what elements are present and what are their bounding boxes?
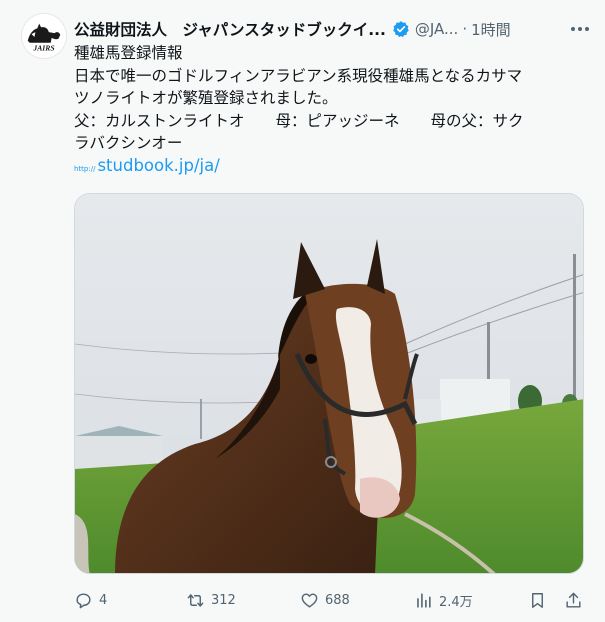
post-text-line: 父：カルストンライトオ 母：ピアッジーネ 母の父：サク: [74, 111, 524, 130]
avatar-logo-text: JAIRS: [32, 43, 54, 52]
post-text-line: 種雄馬登録情報: [74, 44, 183, 62]
jairs-logo-icon: JAIRS: [22, 14, 66, 58]
post-text-line: 日本で唯一のゴドルフィンアラビアン系現役種雄馬となるカサマ: [74, 66, 523, 85]
like-button[interactable]: 688: [300, 588, 350, 612]
post-timestamp[interactable]: 1時間: [471, 19, 511, 40]
bookmark-icon: [532, 592, 543, 608]
post-link[interactable]: http:// studbook.jp/ja/: [74, 156, 220, 180]
display-name[interactable]: 公益財団法人 ジャパンスタッドブックイ...: [74, 18, 386, 40]
post-media-photo[interactable]: [74, 193, 584, 574]
account-handle[interactable]: @JA...: [415, 20, 458, 38]
link-text: studbook.jp/ja/: [97, 156, 220, 175]
like-count: 688: [325, 592, 350, 608]
post-text-line: ラバクシンオー: [74, 134, 183, 152]
heart-icon: [301, 592, 318, 608]
reply-count: 4: [99, 592, 108, 608]
post-text: 種雄馬登録情報 日本で唯一のゴドルフィンアラビアン系現役種雄馬となるカサマ ツノ…: [74, 42, 584, 155]
separator-dot: ·: [462, 20, 468, 38]
views-count: 2.4万: [439, 594, 473, 610]
account-avatar[interactable]: JAIRS: [21, 13, 67, 59]
views-button[interactable]: 2.4万: [414, 588, 473, 612]
post-text-line: ツノライトオが繁殖登録されました。: [74, 89, 338, 107]
more-dot-icon: [571, 27, 575, 31]
reply-icon: [76, 592, 91, 608]
bookmark-button[interactable]: [528, 588, 547, 612]
horse-photo-icon: [75, 194, 583, 573]
verified-badge-icon: [392, 20, 410, 38]
repost-count: 312: [211, 592, 236, 608]
share-button[interactable]: [564, 588, 583, 612]
more-options-button[interactable]: [566, 17, 594, 41]
repost-icon: [187, 593, 204, 607]
action-bar: 4 312 688 2.4万: [74, 588, 586, 612]
repost-button[interactable]: 312: [186, 588, 236, 612]
more-dot-icon: [578, 27, 582, 31]
reply-button[interactable]: 4: [74, 588, 107, 612]
share-icon: [566, 592, 581, 608]
more-dot-icon: [585, 27, 589, 31]
link-prefix: http://: [74, 165, 96, 173]
tweet-card[interactable]: JAIRS 公益財団法人 ジャパンスタッドブックイ... @JA... · 1時…: [0, 0, 605, 622]
views-chart-icon: [417, 592, 431, 608]
tweet-header: 公益財団法人 ジャパンスタッドブックイ... @JA... · 1時間: [74, 17, 594, 41]
